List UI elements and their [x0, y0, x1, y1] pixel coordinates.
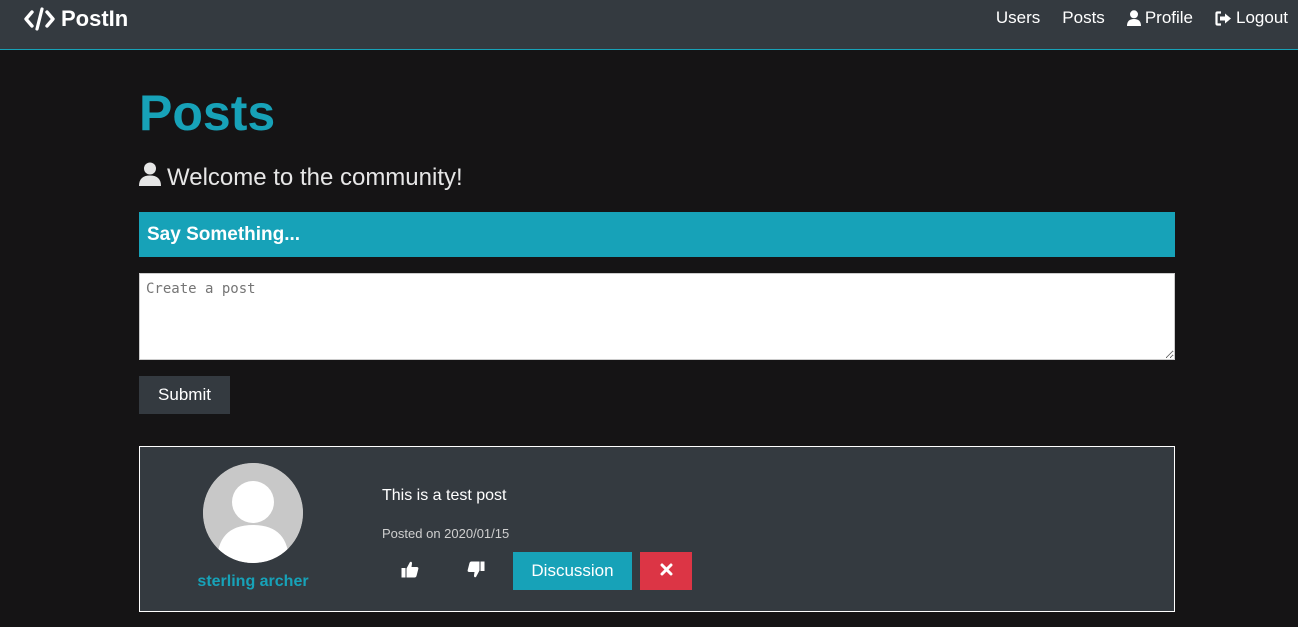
- post-text: This is a test post: [382, 487, 507, 504]
- post-date: Posted on 2020/01/15: [382, 526, 510, 541]
- brand-link[interactable]: PostIn: [24, 4, 128, 34]
- lead-label: Welcome to the community!: [167, 163, 463, 191]
- nav-link-users[interactable]: Users: [996, 8, 1040, 28]
- nav-link-posts[interactable]: Posts: [1062, 8, 1105, 28]
- nav-link-label: Profile: [1144, 8, 1193, 27]
- post-card: sterling archer This is a test post Post…: [139, 446, 1175, 612]
- avatar[interactable]: [203, 463, 303, 563]
- navbar: PostIn Users Posts Profile Logout: [0, 0, 1298, 50]
- nav-link-profile[interactable]: Profile: [1126, 8, 1193, 28]
- default-avatar-icon: [203, 463, 303, 563]
- thumbs-down-icon: [467, 561, 485, 581]
- user-icon: [139, 162, 161, 193]
- post-actions: Discussion: [382, 552, 692, 590]
- post-textarea[interactable]: [139, 273, 1175, 360]
- close-icon: [660, 563, 673, 579]
- delete-button[interactable]: [640, 552, 692, 590]
- thumbs-up-icon: [401, 561, 419, 581]
- like-button[interactable]: [382, 552, 438, 590]
- nav-links: Users Posts Profile Logout: [996, 8, 1288, 28]
- form-header: Say Something...: [139, 212, 1175, 257]
- sign-out-icon: [1215, 10, 1232, 26]
- dislike-button[interactable]: [448, 552, 504, 590]
- nav-link-label: Users: [995, 8, 1041, 27]
- post-author-link[interactable]: sterling archer: [180, 573, 326, 591]
- page-title: Posts: [139, 85, 276, 141]
- code-icon: [24, 7, 55, 31]
- brand-name: PostIn: [61, 6, 129, 31]
- discussion-button[interactable]: Discussion: [513, 552, 632, 590]
- lead-text: Welcome to the community!: [139, 162, 463, 193]
- nav-link-label: Logout: [1236, 8, 1288, 27]
- nav-link-logout[interactable]: Logout: [1215, 8, 1288, 28]
- submit-button[interactable]: Submit: [139, 376, 230, 414]
- user-icon: [1126, 10, 1141, 26]
- nav-link-label: Posts: [1062, 8, 1105, 27]
